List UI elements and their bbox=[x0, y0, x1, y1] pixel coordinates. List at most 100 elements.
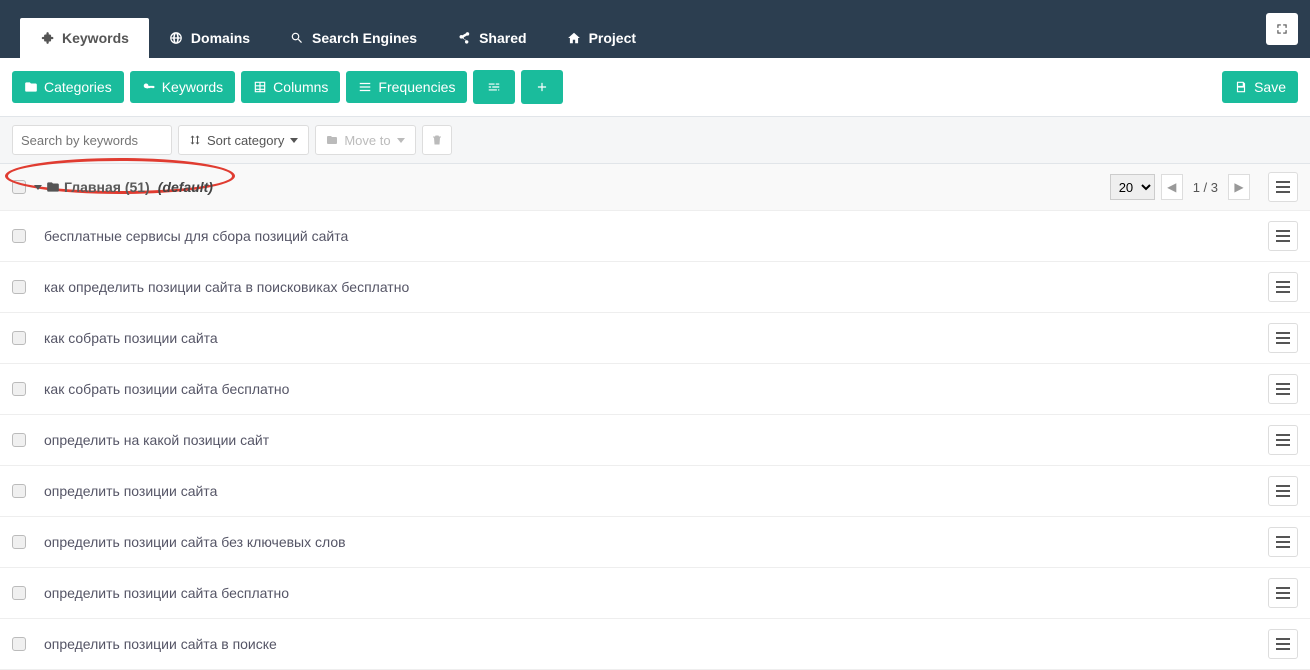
expand-button[interactable] bbox=[1266, 13, 1298, 45]
category-menu-button[interactable] bbox=[1268, 172, 1298, 202]
row-menu-button[interactable] bbox=[1268, 425, 1298, 455]
keyword-row: как собрать позиции сайта бесплатно bbox=[0, 364, 1310, 415]
nav-tab-shared[interactable]: Shared bbox=[437, 18, 546, 58]
keyword-text: как собрать позиции сайта бесплатно bbox=[44, 381, 1268, 397]
row-menu-button[interactable] bbox=[1268, 272, 1298, 302]
row-menu-button[interactable] bbox=[1268, 527, 1298, 557]
category-default-label: (default) bbox=[158, 179, 213, 195]
row-menu-button[interactable] bbox=[1268, 221, 1298, 251]
row-checkbox[interactable] bbox=[12, 280, 26, 294]
folder-icon bbox=[46, 180, 60, 194]
row-checkbox[interactable] bbox=[12, 586, 26, 600]
table-icon bbox=[253, 80, 267, 94]
keyword-row: определить позиции сайта bbox=[0, 466, 1310, 517]
category-name: Главная (51) bbox=[64, 179, 150, 195]
row-menu-button[interactable] bbox=[1268, 476, 1298, 506]
pager-next-button[interactable]: ▶ bbox=[1228, 174, 1250, 200]
row-checkbox[interactable] bbox=[12, 229, 26, 243]
sort-category-button[interactable]: Sort category bbox=[178, 125, 309, 155]
folder-icon bbox=[24, 80, 38, 94]
delete-button[interactable] bbox=[422, 125, 452, 155]
frequencies-button[interactable]: Frequencies bbox=[346, 71, 467, 103]
save-icon bbox=[1234, 80, 1248, 94]
home-icon bbox=[567, 31, 581, 45]
keyword-text: определить позиции сайта без ключевых сл… bbox=[44, 534, 1268, 550]
sliders-icon bbox=[487, 80, 501, 94]
nav-tab-label: Project bbox=[589, 30, 636, 46]
nav-tab-label: Shared bbox=[479, 30, 526, 46]
row-menu-button[interactable] bbox=[1268, 374, 1298, 404]
save-button[interactable]: Save bbox=[1222, 71, 1298, 103]
row-checkbox[interactable] bbox=[12, 535, 26, 549]
button-label: Columns bbox=[273, 79, 328, 95]
row-checkbox[interactable] bbox=[12, 331, 26, 345]
menu-icon bbox=[1276, 638, 1290, 650]
move-to-button[interactable]: Move to bbox=[315, 125, 415, 155]
row-checkbox[interactable] bbox=[12, 484, 26, 498]
sliders-button[interactable] bbox=[473, 70, 515, 104]
expand-icon bbox=[1275, 22, 1289, 36]
chevron-down-icon bbox=[397, 138, 405, 143]
row-checkbox[interactable] bbox=[12, 382, 26, 396]
menu-icon bbox=[1276, 383, 1290, 395]
keyword-text: определить позиции сайта в поиске bbox=[44, 636, 1268, 652]
menu-icon bbox=[1276, 181, 1290, 193]
keyword-row: определить позиции сайта бесплатно bbox=[0, 568, 1310, 619]
sort-icon bbox=[189, 134, 201, 146]
keyword-text: бесплатные сервисы для сбора позиций сай… bbox=[44, 228, 1268, 244]
keyword-list: бесплатные сервисы для сбора позиций сай… bbox=[0, 211, 1310, 670]
menu-icon bbox=[1276, 485, 1290, 497]
nav-tab-domains[interactable]: Domains bbox=[149, 18, 270, 58]
nav-tab-project[interactable]: Project bbox=[547, 18, 656, 58]
menu-icon bbox=[1276, 281, 1290, 293]
columns-button[interactable]: Columns bbox=[241, 71, 340, 103]
keyword-row: определить позиции сайта в поиске bbox=[0, 619, 1310, 670]
row-menu-button[interactable] bbox=[1268, 578, 1298, 608]
row-menu-button[interactable] bbox=[1268, 629, 1298, 659]
toolbar: Categories Keywords Columns Frequencies … bbox=[0, 58, 1310, 116]
button-label: Keywords bbox=[162, 79, 223, 95]
category-label[interactable]: Главная (51) (default) bbox=[34, 179, 213, 195]
menu-icon bbox=[1276, 332, 1290, 344]
page-size-select[interactable]: 20 bbox=[1110, 174, 1155, 200]
menu-icon bbox=[1276, 434, 1290, 446]
nav-tab-label: Keywords bbox=[62, 30, 129, 46]
trash-icon bbox=[431, 134, 443, 146]
menu-icon bbox=[1276, 536, 1290, 548]
search-icon bbox=[290, 31, 304, 45]
chevron-down-icon bbox=[290, 138, 298, 143]
keyword-row: как определить позиции сайта в поисковик… bbox=[0, 262, 1310, 313]
key-icon bbox=[142, 80, 156, 94]
categories-button[interactable]: Categories bbox=[12, 71, 124, 103]
menu-icon bbox=[1276, 587, 1290, 599]
nav-tab-label: Search Engines bbox=[312, 30, 417, 46]
search-input[interactable] bbox=[12, 125, 172, 155]
add-button[interactable] bbox=[521, 70, 563, 104]
button-label: Move to bbox=[344, 133, 390, 148]
keyword-text: как определить позиции сайта в поисковик… bbox=[44, 279, 1268, 295]
keyword-row: определить позиции сайта без ключевых сл… bbox=[0, 517, 1310, 568]
plus-icon bbox=[535, 80, 549, 94]
pager-text: 1 / 3 bbox=[1189, 180, 1222, 195]
row-checkbox[interactable] bbox=[12, 637, 26, 651]
keyword-text: определить позиции сайта бесплатно bbox=[44, 585, 1268, 601]
top-nav: Keywords Domains Search Engines Shared P… bbox=[0, 0, 1310, 58]
keys-icon bbox=[40, 31, 54, 45]
nav-tab-keywords[interactable]: Keywords bbox=[20, 18, 149, 58]
button-label: Save bbox=[1254, 79, 1286, 95]
caret-down-icon bbox=[34, 185, 42, 190]
keywords-button[interactable]: Keywords bbox=[130, 71, 235, 103]
category-header: Главная (51) (default) 20 ◀ 1 / 3 ▶ bbox=[0, 164, 1310, 211]
category-checkbox[interactable] bbox=[12, 180, 26, 194]
share-icon bbox=[457, 31, 471, 45]
button-label: Frequencies bbox=[378, 79, 455, 95]
folder-icon bbox=[326, 134, 338, 146]
button-label: Sort category bbox=[207, 133, 284, 148]
keyword-row: определить на какой позиции сайт bbox=[0, 415, 1310, 466]
nav-tab-search-engines[interactable]: Search Engines bbox=[270, 18, 437, 58]
pager-prev-button[interactable]: ◀ bbox=[1161, 174, 1183, 200]
keyword-text: определить на какой позиции сайт bbox=[44, 432, 1268, 448]
row-menu-button[interactable] bbox=[1268, 323, 1298, 353]
keyword-text: как собрать позиции сайта bbox=[44, 330, 1268, 346]
row-checkbox[interactable] bbox=[12, 433, 26, 447]
